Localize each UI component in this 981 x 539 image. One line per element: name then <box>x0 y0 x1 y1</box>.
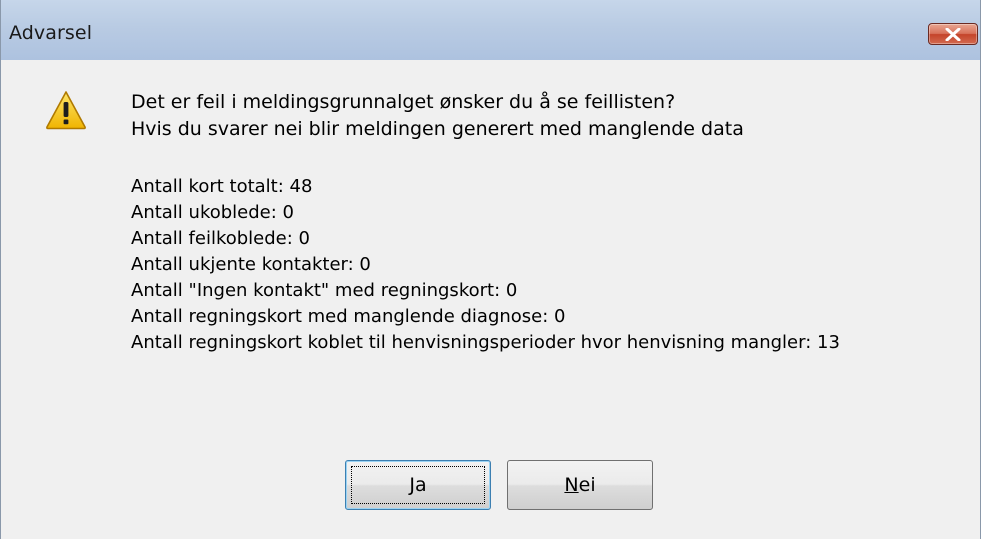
message-text: Det er feil i meldingsgrunnalget ønsker … <box>131 89 744 143</box>
stat-missing-diagnosis: Antall regningskort med manglende diagno… <box>131 306 566 327</box>
dialog-window: Advarsel Det er feil i meldingsgrunnalge… <box>0 0 981 539</box>
stat-mislinked: Antall feilkoblede: 0 <box>131 228 310 249</box>
stat-no-contact-billing: Antall "Ingen kontakt" med regningskort:… <box>131 280 518 301</box>
no-button[interactable]: Nei <box>507 460 653 510</box>
yes-button[interactable]: Ja <box>345 460 491 510</box>
stat-unknown-contacts: Antall ukjente kontakter: 0 <box>131 254 371 275</box>
message-line: Det er feil i meldingsgrunnalget ønsker … <box>131 91 676 113</box>
yes-button-label: Ja <box>409 474 427 496</box>
message-line: Hvis du svarer nei blir meldingen genere… <box>131 118 744 140</box>
no-button-label: Nei <box>564 474 596 496</box>
title-bar[interactable]: Advarsel <box>1 0 980 60</box>
stat-missing-referral: Antall regningskort koblet til henvisnin… <box>131 332 840 353</box>
stat-unlinked: Antall ukoblede: 0 <box>131 202 294 223</box>
warning-icon <box>46 91 86 130</box>
window-title: Advarsel <box>9 22 93 44</box>
stat-total-cards: Antall kort totalt: 48 <box>131 176 313 197</box>
close-icon <box>945 28 961 41</box>
dialog-body: Det er feil i meldingsgrunnalget ønsker … <box>10 60 973 539</box>
close-button[interactable] <box>928 23 978 45</box>
stats-list: Antall kort totalt: 48 Antall ukoblede: … <box>131 174 840 356</box>
